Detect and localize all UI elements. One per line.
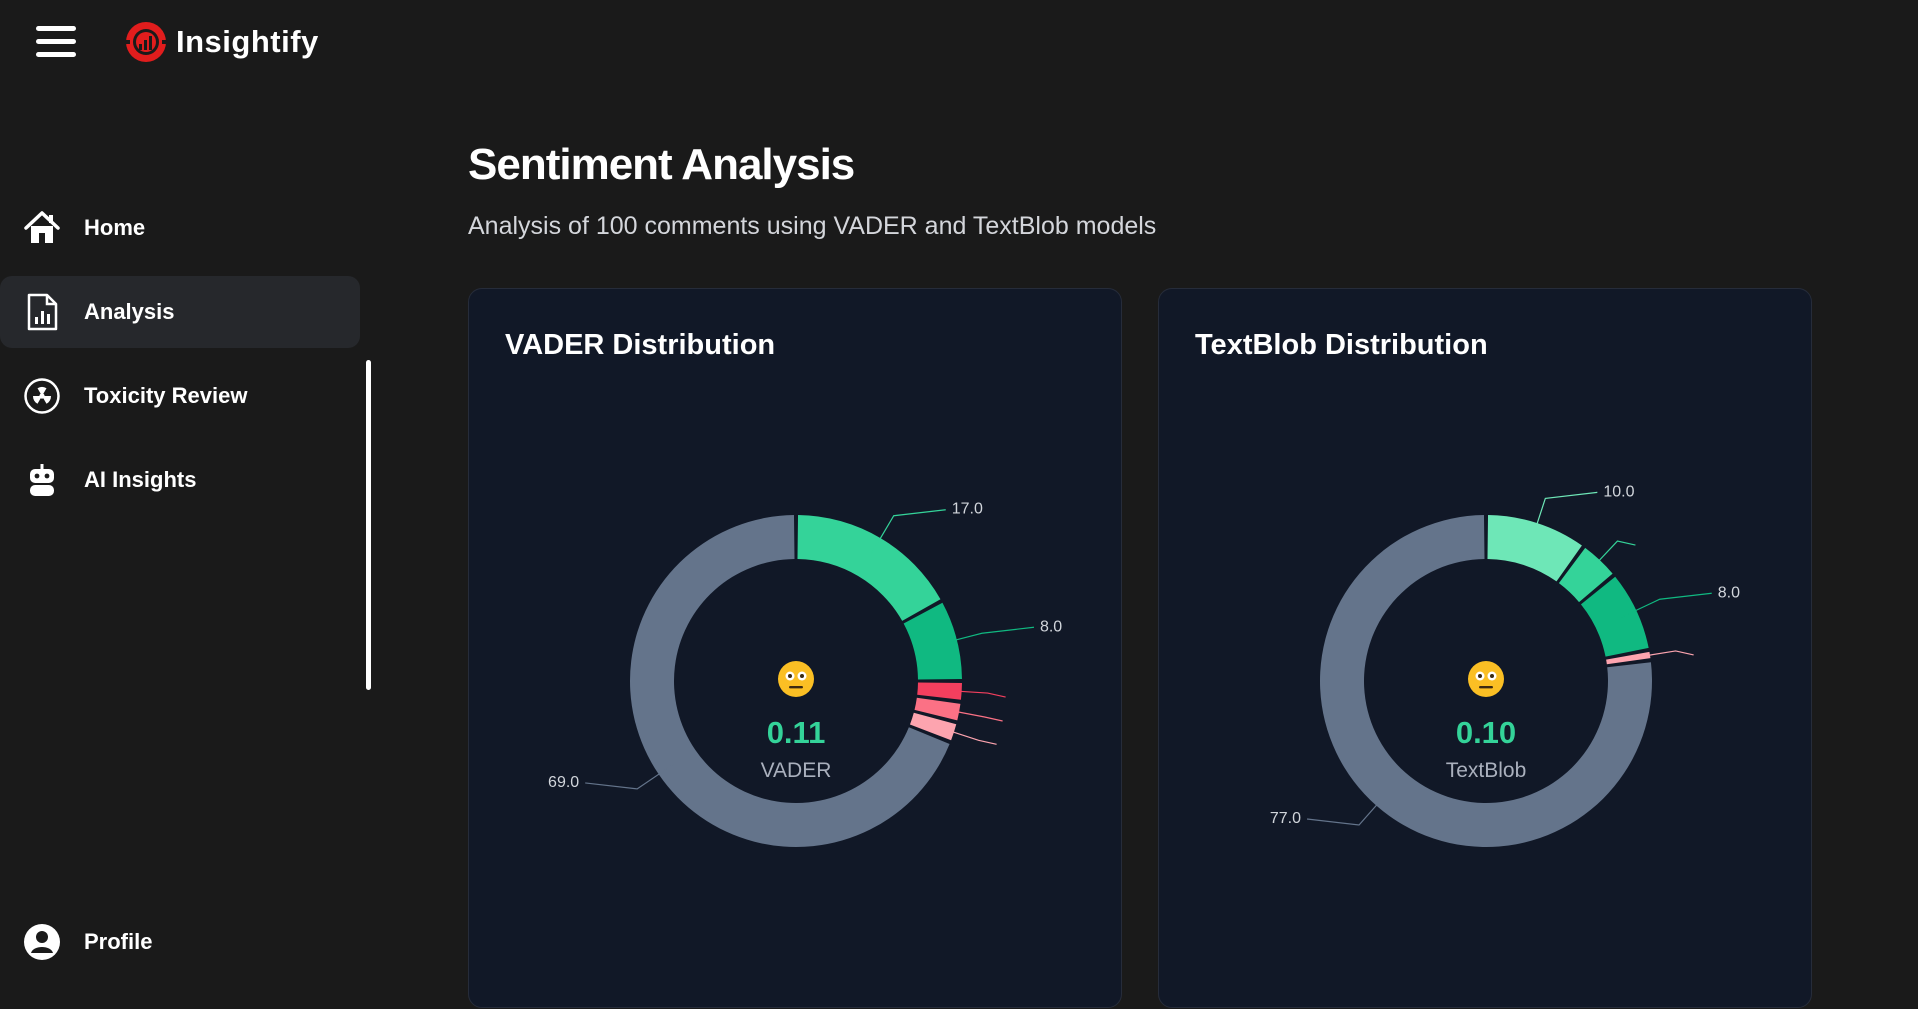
vader-model-label: VADER	[760, 759, 832, 782]
textblob-donut-chart: 10.0 8.0 77.0	[1270, 483, 1740, 847]
sidebar-item-label: Home	[84, 215, 146, 240]
report-chart-icon	[22, 292, 62, 332]
page-title: Sentiment Analysis	[468, 140, 855, 189]
vader-score: 0.11	[766, 715, 826, 750]
top-bar: Insightify	[0, 0, 1918, 90]
slice-value-label: 8.0	[1040, 618, 1062, 635]
vader-donut-chart: 17.08.069.0	[548, 501, 1062, 847]
sidebar-item-home[interactable]: Home	[0, 192, 360, 264]
sidebar-item-analysis[interactable]: Analysis	[0, 276, 360, 348]
neutral-face-emoji	[1159, 659, 1813, 704]
slice-value-label: 17.0	[952, 501, 983, 518]
sidebar-item-label: Toxicity Review	[84, 383, 248, 408]
sidebar-scrollbar[interactable]	[366, 360, 371, 690]
sidebar-item-label: AI Insights	[84, 467, 197, 492]
sidebar-item-label: Analysis	[84, 299, 175, 324]
home-icon	[22, 208, 62, 248]
donut-slice[interactable]	[797, 515, 941, 621]
main-content: Sentiment Analysis Analysis of 100 comme…	[468, 140, 1848, 241]
textblob-score: 0.10	[1455, 715, 1517, 750]
slice-value-label: 77.0	[1270, 810, 1301, 827]
slice-value-label: 8.0	[1718, 584, 1740, 601]
sidebar: Home Analysis Toxicity Review AI Insight…	[0, 90, 371, 996]
sidebar-item-profile[interactable]: Profile	[0, 906, 360, 978]
sidebar-item-label: Profile	[84, 929, 153, 954]
sidebar-item-ai-insights[interactable]: AI Insights	[0, 444, 360, 516]
hamburger-menu-button[interactable]	[34, 24, 80, 60]
slice-value-label: 10.0	[1603, 483, 1634, 500]
page-subtitle: Analysis of 100 comments using VADER and…	[468, 212, 1157, 240]
vader-distribution-card: VADER Distribution 17.0 8.0 69.0 0.11 VADE…	[468, 288, 1122, 1008]
robot-icon	[22, 460, 62, 500]
textblob-model-label: TextBlob	[1445, 759, 1527, 782]
textblob-distribution-card: TextBlob Distribution 10.0 8.0 77.0 0.10 T…	[1158, 288, 1812, 1008]
sidebar-item-toxicity-review[interactable]: Toxicity Review	[0, 360, 360, 432]
user-circle-icon	[22, 922, 62, 962]
hamburger-icon	[36, 26, 76, 31]
chart-target-logo-icon	[124, 22, 168, 62]
app-name: Insightify	[176, 24, 319, 59]
app-logo[interactable]: Insightify	[124, 20, 319, 64]
neutral-face-emoji	[469, 659, 1123, 704]
radiation-icon	[22, 376, 62, 416]
